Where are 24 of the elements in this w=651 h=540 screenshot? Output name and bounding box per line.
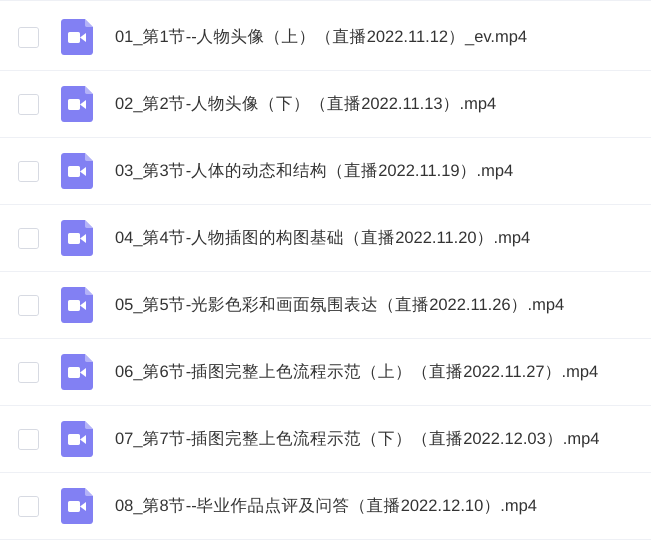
file-name[interactable]: 04_第4节-人物插图的构图基础（直播2022.11.20）.mp4 (115, 226, 530, 250)
video-file-icon (61, 287, 93, 323)
file-name[interactable]: 07_第7节-插图完整上色流程示范（下）（直播2022.12.03）.mp4 (115, 426, 600, 452)
checkbox[interactable] (18, 160, 39, 182)
video-file-icon (61, 421, 93, 457)
checkbox[interactable] (18, 228, 39, 248)
checkbox[interactable] (18, 94, 39, 114)
file-name[interactable]: 03_第3节-人体的动态和结构（直播2022.11.19）.mp4 (115, 158, 514, 184)
video-file-icon (61, 220, 93, 256)
checkbox[interactable] (18, 26, 39, 48)
file-name[interactable]: 01_第1节--人物头像（上）（直播2022.11.12）_ev.mp4 (115, 24, 528, 50)
file-name[interactable]: 02_第2节-人物头像（下）（直播2022.11.13）.mp4 (115, 92, 496, 116)
checkbox[interactable] (18, 428, 39, 450)
file-name[interactable]: 06_第6节-插图完整上色流程示范（上）（直播2022.11.27）.mp4 (115, 360, 598, 384)
video-file-icon (61, 153, 93, 189)
file-name[interactable]: 05_第5节-光影色彩和画面氛围表达（直播2022.11.26）.mp4 (115, 292, 564, 318)
file-name[interactable]: 08_第8节--毕业作品点评及问答（直播2022.12.10）.mp4 (115, 494, 537, 518)
video-file-icon (61, 86, 93, 122)
video-file-icon (61, 354, 93, 390)
checkbox[interactable] (18, 496, 39, 516)
checkbox[interactable] (18, 294, 39, 316)
checkbox[interactable] (18, 362, 39, 382)
video-file-icon (61, 488, 93, 524)
video-file-icon (61, 19, 93, 55)
